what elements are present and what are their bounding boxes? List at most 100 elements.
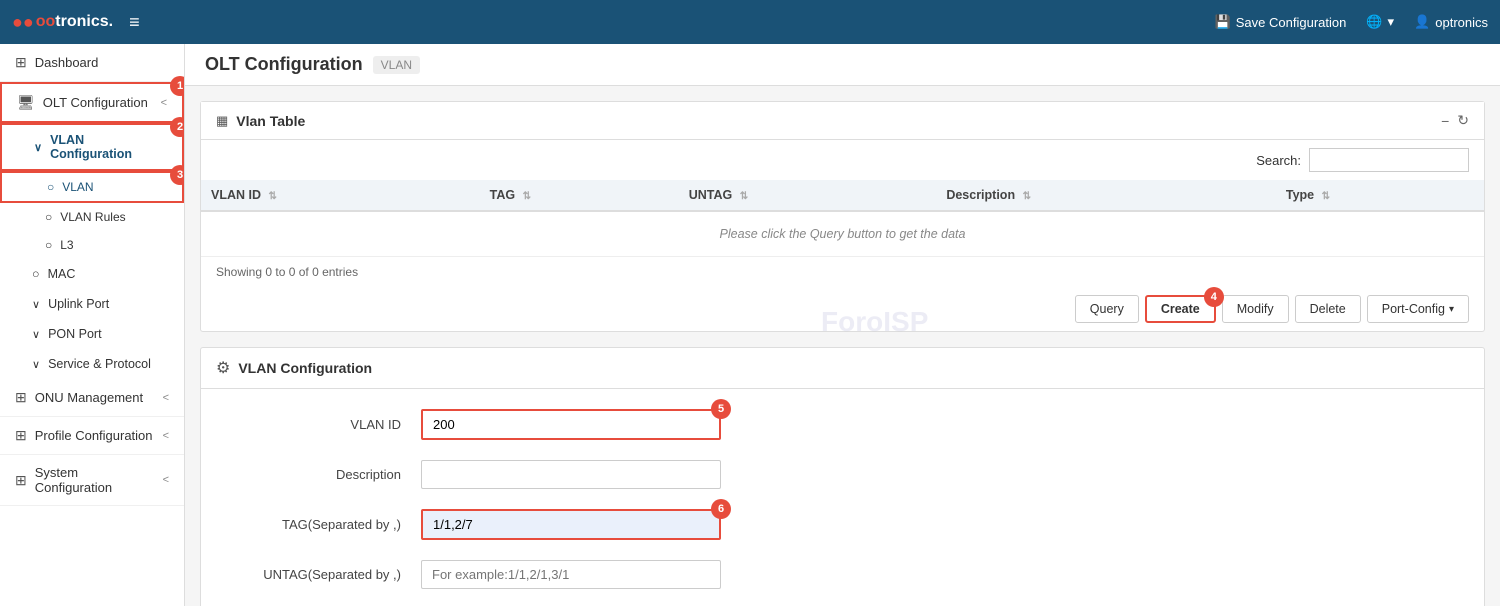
table-body: Please click the Query button to get the… bbox=[201, 211, 1484, 257]
sidebar-item-label: System Configuration bbox=[35, 465, 155, 495]
tag-input[interactable] bbox=[421, 509, 721, 540]
col-vlan-id[interactable]: VLAN ID ⇅ bbox=[201, 180, 480, 211]
system-icon: ⊞ bbox=[15, 472, 27, 489]
chevron-left-icon: < bbox=[161, 97, 167, 109]
save-configuration-button[interactable]: 💾 Save Configuration bbox=[1215, 14, 1347, 30]
action-bar: Query Create 4 Modify Delete Port-Config… bbox=[201, 287, 1484, 331]
chevron-down-icon: ∨ bbox=[34, 141, 42, 154]
form-row-tag: TAG(Separated by ,) 6 bbox=[241, 509, 1444, 540]
create-button-container: Create 4 bbox=[1145, 295, 1216, 323]
vlan-id-label: VLAN ID bbox=[241, 417, 421, 432]
description-label: Description bbox=[241, 467, 421, 482]
vlan-id-container: 5 bbox=[421, 409, 721, 440]
sidebar-item-service-protocol[interactable]: ∨ Service & Protocol bbox=[0, 349, 184, 379]
radio-icon: ○ bbox=[47, 180, 54, 194]
sidebar-item-label: PON Port bbox=[48, 327, 102, 341]
profile-icon: ⊞ bbox=[15, 427, 27, 444]
hamburger-icon[interactable]: ≡ bbox=[129, 12, 140, 33]
empty-message: Please click the Query button to get the… bbox=[201, 211, 1484, 257]
olt-config-icon: 🖥 bbox=[17, 94, 35, 111]
page-header: OLT Configuration VLAN bbox=[185, 44, 1500, 86]
sidebar-item-label: VLAN bbox=[62, 180, 93, 194]
dropdown-arrow-icon: ▾ bbox=[1449, 304, 1454, 315]
sidebar-item-profile-configuration[interactable]: ⊞ Profile Configuration < bbox=[0, 417, 184, 455]
sidebar-item-vlan-configuration[interactable]: ∨ VLAN Configuration 2 bbox=[0, 123, 184, 171]
minimize-button[interactable]: − bbox=[1441, 113, 1449, 129]
sidebar-item-l3[interactable]: ○ L3 bbox=[0, 231, 184, 259]
form-row-untag: UNTAG(Separated by ,) bbox=[241, 560, 1444, 589]
language-button[interactable]: 🌐 ▾ bbox=[1366, 14, 1394, 30]
annotation-badge-2: 2 bbox=[170, 117, 185, 137]
sidebar-item-label: L3 bbox=[60, 238, 73, 252]
vlan-config-header: ⚙ VLAN Configuration bbox=[201, 348, 1484, 389]
sidebar-item-system-configuration[interactable]: ⊞ System Configuration < bbox=[0, 455, 184, 506]
vlan-table-panel: ▦ Vlan Table − ↻ Search: VLAN ID ⇅ TAG ⇅ bbox=[200, 101, 1485, 332]
sort-icon: ⇅ bbox=[1023, 191, 1031, 202]
chevron-down-icon: ∨ bbox=[32, 298, 40, 311]
vlan-config-form-body: VLAN ID 5 Description TAG(Separated by ,… bbox=[201, 389, 1484, 606]
sidebar-item-mac[interactable]: ○ MAC bbox=[0, 259, 184, 289]
vlan-table: VLAN ID ⇅ TAG ⇅ UNTAG ⇅ Description ⇅ Ty… bbox=[201, 180, 1484, 257]
tag-container: 6 bbox=[421, 509, 721, 540]
page-subtitle: VLAN bbox=[373, 56, 420, 74]
vlan-id-input[interactable] bbox=[421, 409, 721, 440]
annotation-badge-4: 4 bbox=[1204, 287, 1224, 307]
search-input[interactable] bbox=[1309, 148, 1469, 172]
sidebar-item-label: ONU Management bbox=[35, 390, 143, 405]
sidebar-item-dashboard[interactable]: ⊞ Dashboard bbox=[0, 44, 184, 82]
description-input[interactable] bbox=[421, 460, 721, 489]
user-menu[interactable]: 👤 optronics bbox=[1414, 14, 1488, 30]
sort-icon: ⇅ bbox=[740, 191, 748, 202]
tag-label: TAG(Separated by ,) bbox=[241, 517, 421, 532]
chevron-down-icon: ∨ bbox=[32, 358, 40, 371]
chevron-down-icon: ∨ bbox=[32, 328, 40, 341]
main-layout: ⊞ Dashboard 🖥 OLT Configuration < 1 ∨ VL… bbox=[0, 44, 1500, 606]
chevron-left-icon: < bbox=[163, 430, 169, 442]
dashboard-icon: ⊞ bbox=[15, 54, 27, 71]
sidebar-item-vlan[interactable]: ○ VLAN 3 bbox=[0, 171, 184, 203]
showing-info: Showing 0 to 0 of 0 entries bbox=[201, 257, 1484, 287]
sort-icon: ⇅ bbox=[268, 191, 276, 202]
top-nav-right: 💾 Save Configuration 🌐 ▾ 👤 optronics bbox=[1215, 14, 1488, 30]
col-untag[interactable]: UNTAG ⇅ bbox=[679, 180, 937, 211]
form-row-description: Description bbox=[241, 460, 1444, 489]
panel-header: ▦ Vlan Table − ↻ bbox=[201, 102, 1484, 140]
sidebar-item-onu-management[interactable]: ⊞ ONU Management < bbox=[0, 379, 184, 417]
refresh-button[interactable]: ↻ bbox=[1457, 112, 1469, 129]
annotation-badge-5: 5 bbox=[711, 399, 731, 419]
sidebar-item-uplink-port[interactable]: ∨ Uplink Port bbox=[0, 289, 184, 319]
port-config-button[interactable]: Port-Config ▾ bbox=[1367, 295, 1469, 323]
col-description[interactable]: Description ⇅ bbox=[936, 180, 1276, 211]
sidebar-item-label: Dashboard bbox=[35, 55, 99, 70]
search-label: Search: bbox=[1256, 153, 1301, 168]
table-toolbar: Search: bbox=[201, 140, 1484, 180]
form-row-vlan-id: VLAN ID 5 bbox=[241, 409, 1444, 440]
col-tag[interactable]: TAG ⇅ bbox=[480, 180, 679, 211]
chevron-left-icon: < bbox=[163, 392, 169, 404]
annotation-badge-1: 1 bbox=[170, 76, 185, 96]
col-type[interactable]: Type ⇅ bbox=[1276, 180, 1484, 211]
modify-button[interactable]: Modify bbox=[1222, 295, 1289, 323]
sidebar-item-vlan-rules[interactable]: ○ VLAN Rules bbox=[0, 203, 184, 231]
annotation-badge-6: 6 bbox=[711, 499, 731, 519]
sidebar-item-olt-configuration[interactable]: 🖥 OLT Configuration < 1 bbox=[0, 82, 184, 123]
table-icon: ▦ bbox=[216, 113, 228, 129]
logo-icon: ●● bbox=[12, 12, 34, 33]
sort-icon: ⇅ bbox=[1322, 191, 1330, 202]
vlan-config-icon: ⚙ bbox=[216, 358, 230, 378]
panel-title: Vlan Table bbox=[236, 113, 1433, 129]
sidebar-item-label: VLAN Rules bbox=[60, 210, 125, 224]
delete-button[interactable]: Delete bbox=[1295, 295, 1361, 323]
query-button[interactable]: Query bbox=[1075, 295, 1139, 323]
table-header: VLAN ID ⇅ TAG ⇅ UNTAG ⇅ Description ⇅ Ty… bbox=[201, 180, 1484, 211]
sidebar-item-pon-port[interactable]: ∨ PON Port bbox=[0, 319, 184, 349]
globe-icon: 🌐 bbox=[1366, 14, 1382, 30]
app-logo: ●● ootronics. bbox=[12, 12, 113, 33]
sidebar: ⊞ Dashboard 🖥 OLT Configuration < 1 ∨ VL… bbox=[0, 44, 185, 606]
onu-icon: ⊞ bbox=[15, 389, 27, 406]
save-icon: 💾 bbox=[1215, 14, 1231, 30]
chevron-left-icon: < bbox=[163, 474, 169, 486]
radio-icon: ○ bbox=[45, 238, 52, 252]
untag-input[interactable] bbox=[421, 560, 721, 589]
sidebar-item-label: OLT Configuration bbox=[43, 95, 148, 110]
